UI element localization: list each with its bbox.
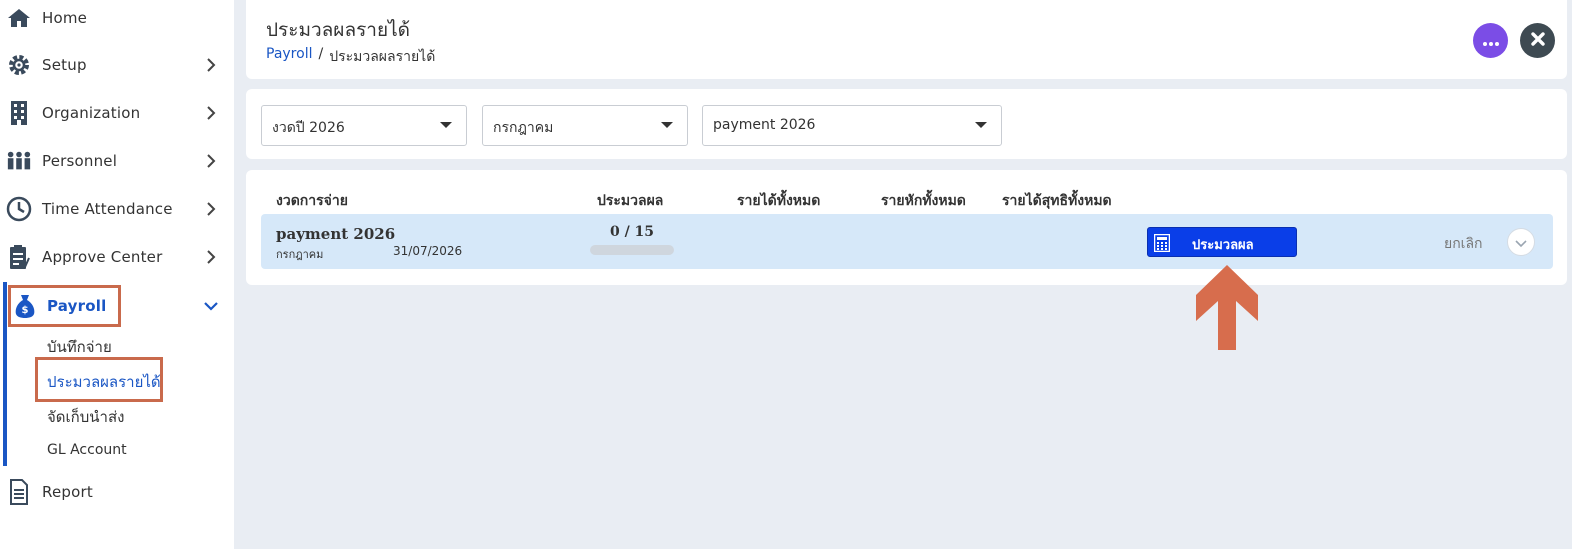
chevron-right-icon	[204, 58, 218, 72]
sidebar-subitem-gl-account[interactable]: GL Account	[47, 442, 127, 458]
payment-name: payment 2026	[276, 225, 396, 243]
chevron-down-icon	[204, 299, 218, 313]
column-header-total-income: รายได้ทั้งหมด	[737, 193, 821, 209]
sidebar-item-label: Setup	[42, 56, 87, 74]
more-icon	[1482, 31, 1499, 50]
column-header-processing: ประมวลผล	[597, 193, 664, 209]
sidebar-item-label: Time Attendance	[42, 200, 173, 218]
year-select[interactable]: งวดปี 2026	[261, 105, 467, 146]
payment-select[interactable]: payment 2026	[702, 105, 1002, 146]
building-icon	[6, 100, 32, 126]
progress-count: 0 / 15	[609, 224, 655, 240]
progress-bar	[590, 245, 674, 255]
caret-down-icon	[440, 122, 452, 128]
sidebar-item-label: Report	[42, 483, 93, 501]
page-header: ประมวลผลรายได้ Payroll / ประมวลผลรายได้	[246, 0, 1567, 79]
subitem-highlight-box	[35, 357, 163, 402]
payment-month: กรกฎาคม	[276, 248, 324, 261]
sidebar-item-setup[interactable]: Setup	[0, 45, 234, 85]
cancel-button[interactable]: ยกเลิก	[1444, 233, 1483, 255]
calculator-icon	[1153, 233, 1171, 256]
payment-select-value: payment 2026	[713, 117, 816, 133]
sidebar-item-time-attendance[interactable]: Time Attendance	[0, 189, 234, 229]
chevron-down-icon	[1515, 233, 1527, 252]
month-select[interactable]: กรกฎาคม	[482, 105, 688, 146]
filter-bar: งวดปี 2026 กรกฎาคม payment 2026	[246, 89, 1567, 159]
sidebar-item-label: Approve Center	[42, 248, 163, 266]
caret-down-icon	[975, 122, 987, 128]
breadcrumb-current: ประมวลผลรายได้	[329, 49, 436, 65]
sidebar-item-home[interactable]: Home	[0, 0, 234, 38]
month-select-value: กรกฎาคม	[493, 120, 554, 136]
more-options-button[interactable]	[1473, 23, 1508, 58]
sidebar-subitem-remittance[interactable]: จัดเก็บนำส่ง	[47, 405, 124, 429]
sidebar-item-organization[interactable]: Organization	[0, 93, 234, 133]
document-icon	[6, 479, 32, 505]
breadcrumb-link-payroll[interactable]: Payroll	[266, 46, 312, 68]
home-icon	[6, 5, 32, 31]
sidebar-item-personnel[interactable]: Personnel	[0, 141, 234, 181]
clock-icon	[6, 196, 32, 222]
sidebar-item-label: Home	[42, 9, 88, 27]
sidebar-item-label: Personnel	[42, 152, 118, 170]
people-icon	[6, 148, 32, 174]
column-header-total-deduction: รายหักทั้งหมด	[881, 193, 966, 209]
sidebar-item-approve-center[interactable]: Approve Center	[0, 237, 234, 277]
page-title: ประมวลผลรายได้	[266, 19, 410, 41]
arrow-up-icon	[1196, 265, 1258, 350]
expand-row-button[interactable]	[1507, 228, 1535, 256]
breadcrumb-separator: /	[318, 46, 324, 62]
clipboard-icon	[6, 244, 32, 270]
year-select-value: งวดปี 2026	[272, 120, 345, 136]
chevron-right-icon	[204, 106, 218, 120]
close-button[interactable]	[1520, 23, 1555, 58]
process-button[interactable]: ประมวลผล	[1147, 227, 1297, 257]
caret-down-icon	[661, 122, 673, 128]
chevron-right-icon	[204, 154, 218, 168]
table-row: payment 2026 กรกฎาคม 31/07/2026 0 / 15 ป…	[261, 214, 1553, 269]
sidebar-item-label: Organization	[42, 104, 141, 122]
payment-table: งวดการจ่าย ประมวลผล รายได้ทั้งหมด รายหัก…	[246, 170, 1567, 285]
chevron-right-icon	[204, 202, 218, 216]
payroll-highlight-box	[8, 285, 121, 327]
sidebar: Home Setup Organization Personnel Time A…	[0, 0, 234, 549]
sidebar-item-report[interactable]: Report	[0, 472, 234, 512]
payment-date: 31/07/2026	[393, 244, 463, 258]
chevron-right-icon	[204, 250, 218, 264]
sidebar-subitem-payment-record[interactable]: บันทึกจ่าย	[47, 335, 112, 359]
column-header-pay-period: งวดการจ่าย	[276, 193, 348, 209]
close-icon	[1530, 31, 1545, 50]
process-button-label: ประมวลผล	[1192, 238, 1254, 253]
column-header-net-income: รายได้สุทธิทั้งหมด	[1002, 193, 1112, 209]
breadcrumb: Payroll / ประมวลผลรายได้	[266, 46, 435, 68]
gear-icon	[6, 52, 32, 78]
